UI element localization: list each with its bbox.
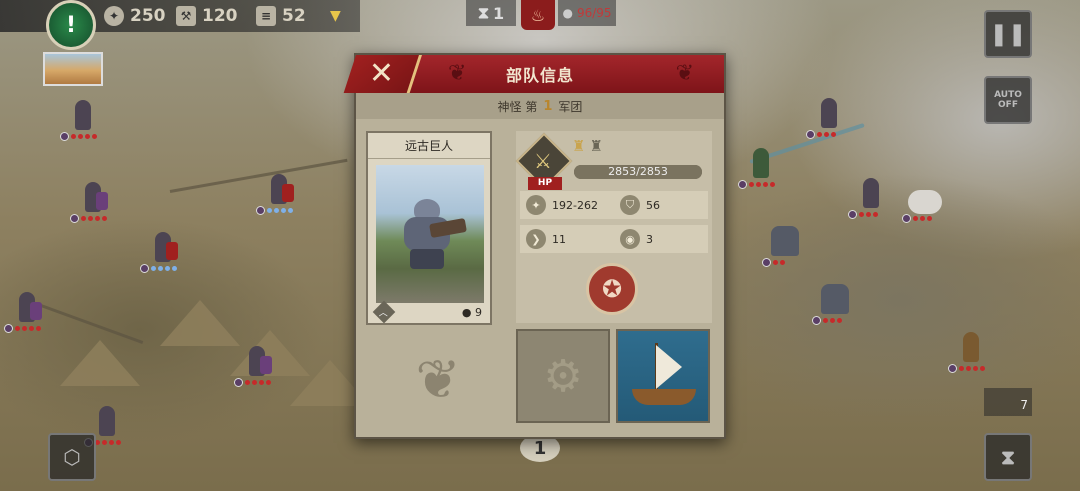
unit-infantry[interactable]	[806, 96, 846, 140]
unit-counter[interactable]: 7	[984, 388, 1032, 416]
unit-legion[interactable]	[140, 230, 180, 274]
road	[169, 158, 348, 193]
unit-infantry[interactable]	[848, 176, 888, 220]
siege-slot[interactable]: ⚙	[516, 329, 610, 423]
unit-card[interactable]: 远古巨人 ︿ ● 9	[366, 131, 492, 325]
unit-name: 远古巨人	[368, 133, 490, 159]
faction-flame-icon[interactable]: ♨	[521, 0, 555, 30]
unit-ogre[interactable]	[762, 224, 802, 268]
attack-icon: ✦	[526, 195, 546, 215]
naval-slot[interactable]	[616, 329, 710, 423]
resource-scroll-value: 52	[282, 6, 306, 26]
rank-helmets: ♜ ♜	[572, 137, 603, 155]
formation-icon: ⬡	[63, 445, 81, 469]
resource-gold: ✦ 250	[104, 6, 166, 26]
boot-icon: ❯	[526, 229, 546, 249]
auto-battle-toggle[interactable]: AUTO OFF	[984, 76, 1032, 124]
unit-legion[interactable]	[256, 172, 296, 216]
legion-subtitle: 神怪 第 1 军团	[356, 93, 724, 119]
minimap-thumbnail[interactable]	[43, 52, 103, 86]
unit-cavalry[interactable]	[948, 330, 988, 374]
soldier-count-value: 9	[475, 305, 482, 319]
hp-row: ⚔ HP ♜ ♜ 2853/2853	[515, 132, 704, 190]
laurel-left-icon: ❦	[448, 61, 467, 86]
unit-cavalry[interactable]	[60, 98, 100, 142]
laurel-right-icon: ❦	[675, 61, 694, 86]
resource-scroll: ≡ 52	[256, 6, 306, 26]
crossed-swords-icon: ⚔	[534, 149, 552, 173]
resource-hammer-value: 120	[202, 6, 238, 26]
hp-tag: HP	[528, 177, 562, 190]
giant-trait-icon[interactable]: ✪	[586, 263, 638, 315]
rank-badge-icon: ︿	[372, 300, 396, 324]
laurel-wreath-icon: ❦	[415, 348, 461, 411]
hp-bar: 2853/2853	[574, 165, 702, 179]
road	[29, 300, 144, 344]
stat-row-combat: ✦ 192-262 ⛉ 56	[520, 191, 708, 219]
resource-gold-value: 250	[130, 6, 166, 26]
unit-counter-value: 7	[1020, 398, 1028, 412]
legion-suffix: 军团	[558, 99, 583, 114]
pause-button[interactable]: ❚❚	[984, 10, 1032, 58]
defense-value: 56	[646, 198, 660, 212]
unit-infantry[interactable]	[4, 290, 44, 334]
legion-number: 1	[543, 98, 553, 114]
gold-icon: ✦	[104, 6, 124, 26]
unit-infantry[interactable]	[234, 344, 274, 388]
hammer-icon: ⚒	[176, 6, 196, 26]
scroll-icon: ≡	[256, 6, 276, 26]
person-icon: ●	[461, 305, 472, 319]
auto-state-label: OFF	[998, 100, 1018, 110]
close-button[interactable]: ✕	[343, 55, 422, 93]
population-value: 96/95	[576, 6, 612, 20]
auto-label: AUTO	[994, 90, 1022, 100]
card-footer: ︿ ● 9	[368, 300, 490, 324]
soldier-count: ● 9	[462, 306, 482, 319]
resource-hammer: ⚒ 120	[176, 6, 238, 26]
defense-icon: ⛉	[620, 195, 640, 215]
vision-value: 3	[646, 232, 653, 246]
boat-sail	[656, 345, 682, 389]
unit-infantry[interactable]	[738, 146, 778, 190]
stat-mobility[interactable]: ❯ 11	[520, 229, 614, 249]
stat-row-move: ❯ 11 ◉ 3	[520, 225, 708, 253]
hp-value: 2853/2853	[608, 165, 668, 178]
hill	[60, 340, 140, 386]
pause-icon: ❚❚	[989, 21, 1027, 47]
formation-button[interactable]: ⬡	[48, 433, 96, 481]
unit-info-modal: ❦ 部队信息 ❦ ✕ 神怪 第 1 军团 远古巨人 ︿ ● 9 ❦ ⚔ HP ♜…	[343, 53, 726, 439]
person-icon: ●	[562, 6, 573, 20]
legion-prefix: 神怪 第	[497, 99, 538, 114]
turn-hex-value: 1	[533, 437, 547, 459]
stat-defense[interactable]: ⛉ 56	[614, 195, 708, 215]
unit-ogre-selected[interactable]	[812, 282, 852, 326]
unit-beast[interactable]	[902, 180, 942, 224]
stats-panel: ⚔ HP ♜ ♜ 2853/2853 ✦ 192-262 ⛉ 56 ❯ 11 ◉…	[515, 131, 712, 323]
boat-icon	[632, 389, 696, 405]
population-counter: ● 96/95	[558, 0, 616, 26]
expand-chevron-icon[interactable]: ▼	[330, 8, 350, 24]
eye-icon: ◉	[620, 229, 640, 249]
attack-value: 192-262	[552, 198, 598, 212]
unit-infantry[interactable]	[70, 180, 110, 224]
hourglass-end-icon: ⧗	[1000, 445, 1016, 469]
helmet-gold-icon: ♜	[572, 137, 586, 155]
hill	[160, 300, 240, 346]
turn-value: 1	[493, 3, 505, 23]
unit-portrait	[376, 165, 484, 303]
end-turn-button[interactable]: ⧗	[984, 433, 1032, 481]
hourglass-icon: ⧗	[477, 3, 490, 22]
stat-vision[interactable]: ◉ 3	[614, 229, 708, 249]
catapult-icon: ⚙	[543, 350, 583, 402]
ogre-figure	[398, 199, 467, 269]
close-icon: ✕	[368, 56, 394, 91]
turn-counter: ⧗ 1	[466, 0, 516, 26]
modal-title: 部队信息	[505, 66, 574, 85]
mobility-value: 11	[552, 232, 566, 246]
alert-button[interactable]: !	[46, 0, 96, 50]
stat-attack[interactable]: ✦ 192-262	[520, 195, 614, 215]
helmet-grey-icon: ♜	[589, 137, 603, 155]
